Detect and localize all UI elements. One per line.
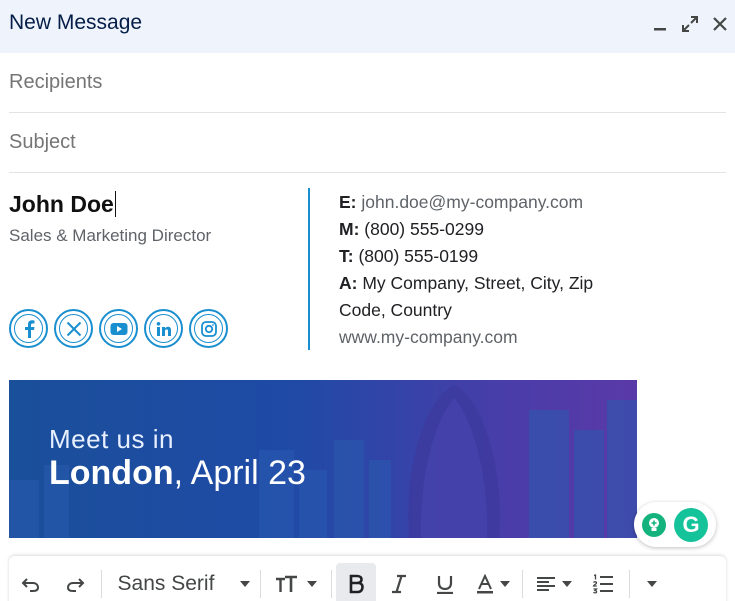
redo-icon [66,578,85,592]
signature-name-text: John Doe [9,191,114,217]
signature-divider [308,188,310,350]
subject-field[interactable] [9,113,726,173]
font-size-button[interactable] [265,563,327,601]
underline-button[interactable] [422,563,468,601]
event-banner[interactable]: Meet us in London, April 23 [9,380,637,538]
website-link[interactable]: www.my-company.com [339,324,629,351]
close-icon [713,17,727,31]
linkedin-link[interactable] [144,309,183,348]
font-family-label: Sans Serif [117,572,215,595]
addon-panel: G [634,502,716,547]
instagram-link[interactable] [189,309,228,348]
toolbar-separator [331,570,332,598]
text-cursor [114,191,116,217]
banner-line2: London, April 23 [49,454,306,493]
instagram-icon [200,320,217,337]
linkedin-icon [156,321,171,336]
lightbulb-icon [649,517,659,531]
facebook-link[interactable] [9,309,48,348]
mobile-line: M: (800) 555-0299 [339,216,629,243]
text-size-icon [276,575,297,592]
toolbar-separator [629,570,630,598]
close-button[interactable] [709,13,731,35]
redo-button[interactable] [53,563,97,601]
minimize-icon [654,28,666,31]
formatting-toolbar: Sans Serif [9,556,726,601]
address-line: A: My Company, Street, City, Zip Code, C… [339,270,629,324]
signature-contact: E: john.doe@my-company.com M: (800) 555-… [339,189,629,351]
text-color-icon [477,574,493,594]
bold-button[interactable] [336,563,376,601]
phone-label: T: [339,246,354,266]
expand-icon [682,16,698,32]
text-color-button[interactable] [468,563,518,601]
chevron-down-icon [562,581,572,587]
facebook-icon [24,319,34,338]
undo-button[interactable] [9,563,53,601]
align-button[interactable] [527,563,581,601]
underline-icon [437,576,453,594]
x-icon [66,321,81,336]
x-link[interactable] [54,309,93,348]
recipients-input[interactable] [9,71,726,94]
phone-value: (800) 555-0199 [358,246,479,266]
more-formatting-button[interactable] [634,563,670,601]
undo-icon [21,578,40,592]
numbered-list-icon [592,574,613,594]
bold-icon [349,574,364,594]
banner-line1: Meet us in [49,424,174,454]
italic-icon [392,574,406,594]
email-link[interactable]: john.doe@my-company.com [361,192,583,212]
chevron-down-icon [307,581,317,587]
email-line: E: john.doe@my-company.com [339,189,629,216]
toolbar-separator [260,570,261,598]
recipients-field[interactable] [9,53,726,113]
social-icons [9,309,228,348]
banner-date: , April 23 [173,454,306,492]
mobile-label: M: [339,219,360,239]
subject-input[interactable] [9,131,726,154]
font-family-select[interactable]: Sans Serif [106,563,256,601]
minimize-button[interactable] [649,13,671,35]
chevron-down-icon [647,581,657,587]
italic-button[interactable] [376,563,422,601]
grammarly-button[interactable]: G [674,507,708,542]
signature-name[interactable]: John Doe [9,191,116,218]
numbered-list-button[interactable] [581,563,625,601]
compose-header: New Message [0,0,735,53]
compose-title: New Message [9,11,143,34]
chevron-down-icon [240,581,251,587]
mobile-value: (800) 555-0299 [364,219,484,239]
phone-line: T: (800) 555-0199 [339,243,629,270]
youtube-link[interactable] [99,309,138,348]
banner-city: London [49,454,174,492]
align-left-icon [537,577,555,591]
chevron-down-icon [500,581,510,587]
email-label: E: [339,192,357,212]
signature-title: Sales & Marketing Director [9,226,212,245]
toolbar-separator [101,570,102,598]
suggestion-button[interactable] [642,512,666,537]
fullscreen-button[interactable] [679,13,701,35]
grammarly-icon: G [682,511,700,537]
address-value: My Company, Street, City, Zip Code, Coun… [339,273,594,320]
address-label: A: [339,273,358,293]
youtube-icon [110,322,127,335]
toolbar-separator [522,570,523,598]
